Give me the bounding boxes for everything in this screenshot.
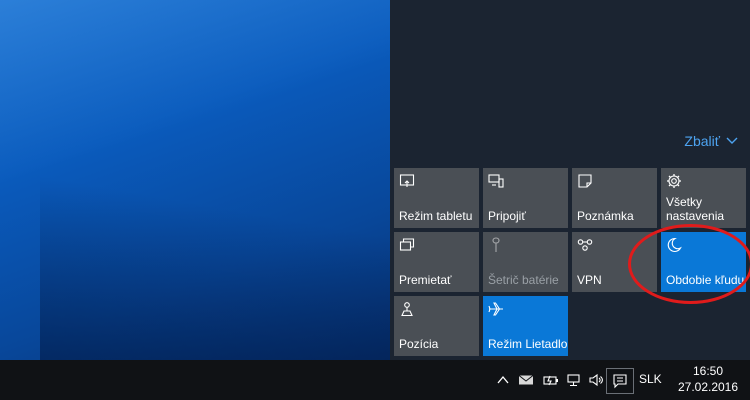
network-icon — [567, 374, 580, 387]
clock[interactable]: 16:50 27.02.2016 — [676, 363, 740, 395]
tile-label: Režim tabletu — [399, 209, 473, 223]
tile-label: Pozícia — [399, 337, 439, 351]
clock-date: 27.02.2016 — [677, 380, 739, 394]
moon-icon — [667, 237, 682, 252]
notification-icon — [613, 374, 627, 389]
tile-quiet-hours[interactable]: Obdobie kľudu — [661, 232, 746, 292]
tablet-mode-icon — [399, 174, 415, 187]
action-center-button[interactable] — [606, 368, 634, 394]
tile-battery-saver[interactable]: Šetrič batérie — [483, 232, 568, 292]
tile-location[interactable]: Pozícia — [394, 296, 479, 356]
show-hidden-icons-button[interactable] — [493, 370, 513, 390]
taskbar: SLK 16:50 27.02.2016 — [0, 360, 750, 400]
connect-icon — [488, 174, 504, 188]
tile-label: Pripojiť — [488, 209, 526, 223]
tile-all-settings[interactable]: Všetky nastavenia — [661, 168, 746, 228]
tile-airplane-mode[interactable]: Režim Lietadlo — [483, 296, 568, 356]
tile-label: Šetrič batérie — [488, 273, 559, 287]
tile-label: Poznámka — [577, 209, 634, 223]
tile-vpn[interactable]: VPN — [572, 232, 657, 292]
battery-saver-icon — [492, 237, 500, 252]
battery-tray-button[interactable] — [541, 370, 561, 390]
wallpaper-light-ray — [0, 0, 390, 196]
volume-icon — [589, 373, 603, 387]
clock-time: 16:50 — [692, 364, 724, 378]
project-icon — [399, 238, 415, 251]
tile-note[interactable]: Poznámka — [572, 168, 657, 228]
tile-label: Obdobie kľudu — [666, 273, 745, 287]
mail-icon — [518, 375, 534, 385]
collapse-label: Zbaliť — [684, 133, 720, 149]
gear-icon — [667, 174, 681, 188]
tile-tablet-mode[interactable]: Režim tabletu — [394, 168, 479, 228]
tile-project[interactable]: Premietať — [394, 232, 479, 292]
tile-label: Režim Lietadlo — [488, 337, 568, 351]
location-icon — [401, 302, 413, 317]
chevron-up-icon — [497, 375, 509, 384]
tile-label: VPN — [577, 273, 602, 287]
note-icon — [578, 174, 592, 188]
tile-connect[interactable]: Pripojiť — [483, 168, 568, 228]
vpn-icon — [577, 239, 593, 251]
input-language-indicator[interactable]: SLK — [639, 372, 662, 386]
battery-icon — [543, 375, 558, 386]
collapse-button[interactable]: Zbaliť — [684, 133, 738, 149]
airplane-icon — [488, 302, 503, 316]
wallpaper-shadow — [40, 170, 390, 360]
network-tray-button[interactable] — [564, 370, 584, 390]
tile-label: Všetky nastavenia — [666, 195, 725, 223]
chevron-down-icon — [726, 137, 738, 144]
mail-tray-button[interactable] — [516, 370, 536, 390]
desktop-wallpaper — [0, 0, 390, 360]
volume-tray-button[interactable] — [586, 370, 606, 390]
tile-label: Premietať — [399, 273, 452, 287]
